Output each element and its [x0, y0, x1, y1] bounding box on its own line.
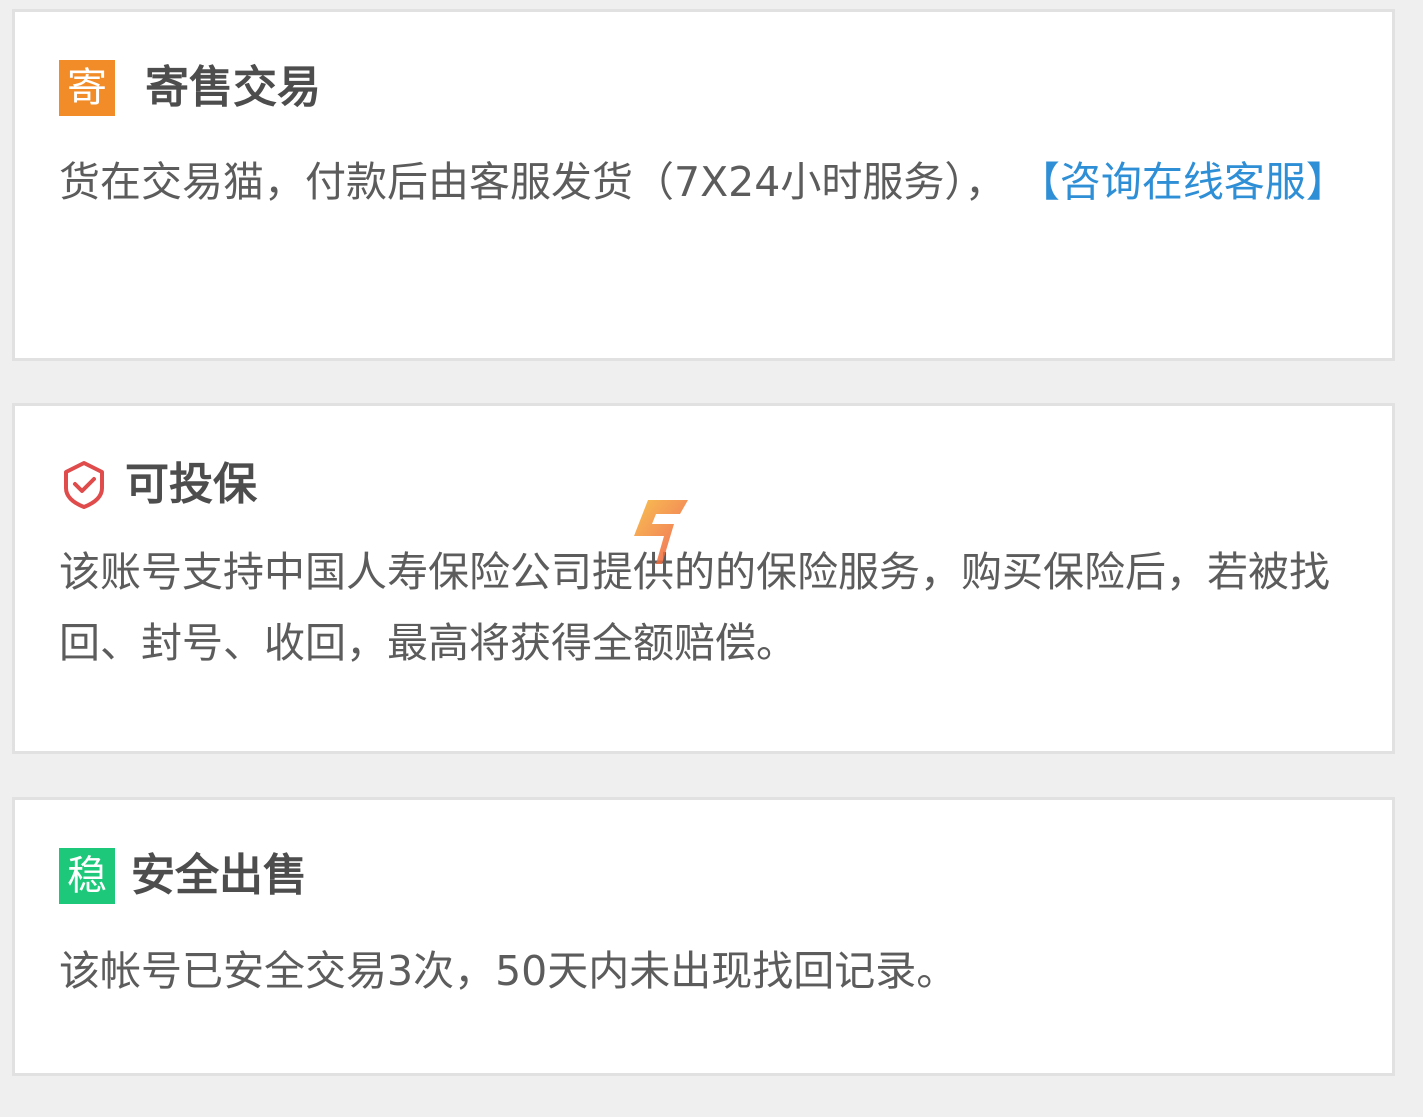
- insurance-card-header: 可投保: [59, 457, 257, 513]
- consign-card-header: 寄 寄售交易: [59, 60, 321, 116]
- consign-card-description: 货在交易猫，付款后由客服发货（7X24小时服务）， 【咨询在线客服】: [59, 147, 1359, 218]
- brand-logo-icon: [628, 498, 692, 568]
- safe-sale-card-description: 该帐号已安全交易3次，50天内未出现找回记录。: [59, 947, 958, 995]
- consign-trade-card: 寄 寄售交易 货在交易猫，付款后由客服发货（7X24小时服务）， 【咨询在线客服…: [12, 9, 1395, 361]
- consign-badge-icon: 寄: [59, 60, 115, 116]
- insurance-card: 可投保 该账号支持中国人寿保险公司提供的的保险服务，购买保险后，若被找回、封号、…: [12, 403, 1395, 754]
- online-customer-service-link[interactable]: 【咨询在线客服】: [1019, 158, 1347, 206]
- consign-card-title: 寄售交易: [145, 62, 321, 113]
- safe-badge-icon: 稳: [59, 848, 115, 904]
- safe-sale-card: 稳 安全出售 该帐号已安全交易3次，50天内未出现找回记录。: [12, 797, 1395, 1076]
- safe-sale-card-title: 安全出售: [131, 850, 307, 901]
- shield-check-icon: [59, 457, 109, 513]
- safe-sale-card-header: 稳 安全出售: [59, 848, 307, 904]
- insurance-card-description: 该账号支持中国人寿保险公司提供的的保险服务，购买保险后，若被找回、封号、收回，最…: [59, 548, 1330, 667]
- insurance-card-title: 可投保: [125, 459, 257, 510]
- consign-description-text: 货在交易猫，付款后由客服发货（7X24小时服务），: [59, 158, 1006, 206]
